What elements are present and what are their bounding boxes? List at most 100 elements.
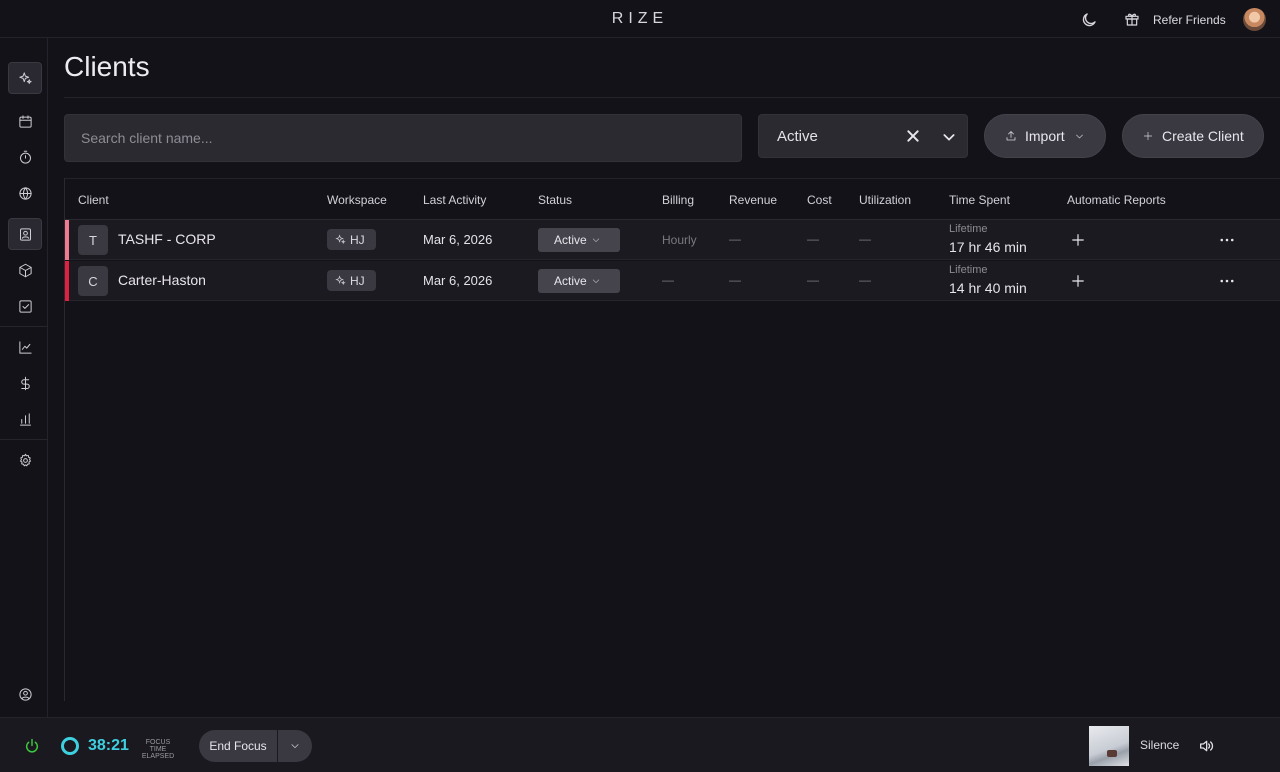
sidebar-item-billing[interactable] [8, 367, 42, 399]
column-header-workspace[interactable]: Workspace [327, 193, 387, 207]
utilization-value: — [859, 273, 871, 287]
main-content: Clients Active Import Create Client Clie… [48, 38, 1280, 717]
checkbox-icon [18, 299, 32, 313]
chevron-down-icon [1075, 134, 1083, 138]
box-icon [18, 263, 32, 277]
upload-icon [1006, 131, 1016, 141]
column-header-billing[interactable]: Billing [662, 193, 694, 207]
sidebar-item-trends[interactable] [8, 331, 42, 363]
focus-time-label: FOCUS TIME ELAPSED [137, 739, 179, 760]
calendar-icon [18, 114, 32, 128]
sidebar-item-focus[interactable] [8, 62, 42, 94]
sidebar-divider [0, 439, 48, 440]
sidebar-item-settings[interactable] [8, 444, 42, 476]
sidebar-item-reports[interactable] [8, 403, 42, 435]
end-focus-options-button[interactable] [278, 730, 312, 762]
sparkle-icon [335, 275, 346, 286]
sidebar-item-tasks[interactable] [8, 290, 42, 322]
add-report-plus-icon[interactable] [1071, 233, 1085, 247]
music-track-name[interactable]: Silence [1140, 738, 1179, 752]
chevron-down-icon [291, 744, 299, 749]
sidebar-item-timer[interactable] [8, 141, 42, 173]
line-chart-icon [18, 340, 32, 354]
revenue-value: — [729, 232, 741, 246]
power-icon[interactable] [24, 738, 40, 754]
last-activity: Mar 6, 2026 [423, 273, 493, 288]
column-header-time-spent[interactable]: Time Spent [949, 193, 1010, 207]
title-divider [64, 97, 1280, 98]
import-label: Import [1025, 128, 1065, 144]
more-options-icon[interactable] [1220, 236, 1234, 244]
column-header-last-activity[interactable]: Last Activity [423, 193, 486, 207]
clear-icon[interactable] [905, 128, 921, 144]
import-button[interactable]: Import [984, 114, 1106, 158]
dollar-icon [20, 376, 30, 390]
stopwatch-icon [19, 150, 31, 164]
focus-bar: 38:21 FOCUS TIME ELAPSED End Focus Silen… [0, 717, 1280, 772]
time-spent-value: 14 hr 40 min [949, 280, 1027, 296]
client-name[interactable]: TASHF - CORP [118, 231, 216, 247]
chevron-down-icon[interactable] [941, 129, 957, 145]
utilization-value: — [859, 232, 871, 246]
refer-friends-link[interactable]: Refer Friends [1153, 13, 1226, 27]
sidebar-item-projects[interactable] [8, 254, 42, 286]
bar-chart-icon [19, 412, 31, 426]
focus-timer: 38:21 [88, 737, 129, 754]
sidebar [0, 38, 48, 717]
add-report-plus-icon[interactable] [1071, 274, 1085, 288]
sidebar-item-clients[interactable] [8, 218, 42, 250]
column-header-revenue[interactable]: Revenue [729, 193, 777, 207]
moon-icon[interactable] [1080, 11, 1098, 29]
speaker-icon[interactable] [1198, 738, 1214, 754]
client-initial-avatar: T [78, 225, 108, 255]
table-row[interactable]: C Carter-Haston HJ Mar 6, 2026 Active — … [64, 261, 1280, 301]
sidebar-item-web[interactable] [8, 177, 42, 209]
status-filter-select[interactable]: Active [758, 114, 968, 158]
column-header-utilization[interactable]: Utilization [859, 193, 911, 207]
status-label: Active [554, 233, 587, 247]
table-left-border [64, 178, 65, 701]
billing-value: — [662, 273, 674, 287]
page-title: Clients [64, 51, 150, 82]
sparkle-icon [18, 71, 32, 84]
more-options-icon[interactable] [1220, 277, 1234, 285]
sidebar-item-account[interactable] [8, 678, 42, 710]
workspace-label: HJ [350, 232, 365, 247]
column-header-client[interactable]: Client [78, 193, 109, 207]
table-row[interactable]: T TASHF - CORP HJ Mar 6, 2026 Active Hou… [64, 220, 1280, 260]
status-dropdown[interactable]: Active [538, 269, 620, 293]
sidebar-item-calendar[interactable] [8, 105, 42, 137]
end-focus-button[interactable]: End Focus [199, 730, 277, 762]
column-header-cost[interactable]: Cost [807, 193, 832, 207]
cost-value: — [807, 273, 819, 287]
time-spent-value: 17 hr 46 min [949, 239, 1027, 255]
revenue-value: — [729, 273, 741, 287]
column-header-automatic-reports[interactable]: Automatic Reports [1067, 193, 1166, 207]
chevron-down-icon [592, 238, 599, 243]
music-thumbnail[interactable] [1089, 726, 1129, 766]
client-initial-avatar: C [78, 266, 108, 296]
time-spent-label: Lifetime [949, 223, 988, 235]
time-spent-label: Lifetime [949, 264, 988, 276]
column-header-status[interactable]: Status [538, 193, 572, 207]
plus-icon [1143, 131, 1153, 141]
sparkle-icon [335, 234, 346, 245]
top-bar: RIZE Refer Friends [0, 0, 1280, 38]
workspace-badge: HJ [327, 270, 376, 291]
create-client-label: Create Client [1162, 128, 1244, 144]
chevron-down-icon [592, 279, 599, 284]
user-avatar[interactable] [1243, 8, 1266, 31]
last-activity: Mar 6, 2026 [423, 232, 493, 247]
status-dropdown[interactable]: Active [538, 228, 620, 252]
search-input[interactable] [64, 114, 742, 162]
table-header: Client Workspace Last Activity Status Bi… [64, 178, 1280, 220]
workspace-label: HJ [350, 273, 365, 288]
globe-icon [18, 186, 32, 200]
create-client-button[interactable]: Create Client [1122, 114, 1264, 158]
focus-progress-ring [61, 737, 79, 755]
gear-icon [19, 453, 31, 466]
contact-icon [19, 227, 31, 241]
focus-time-label-line1: FOCUS TIME [145, 739, 171, 753]
client-name[interactable]: Carter-Haston [118, 272, 206, 288]
gift-icon[interactable] [1124, 11, 1140, 27]
